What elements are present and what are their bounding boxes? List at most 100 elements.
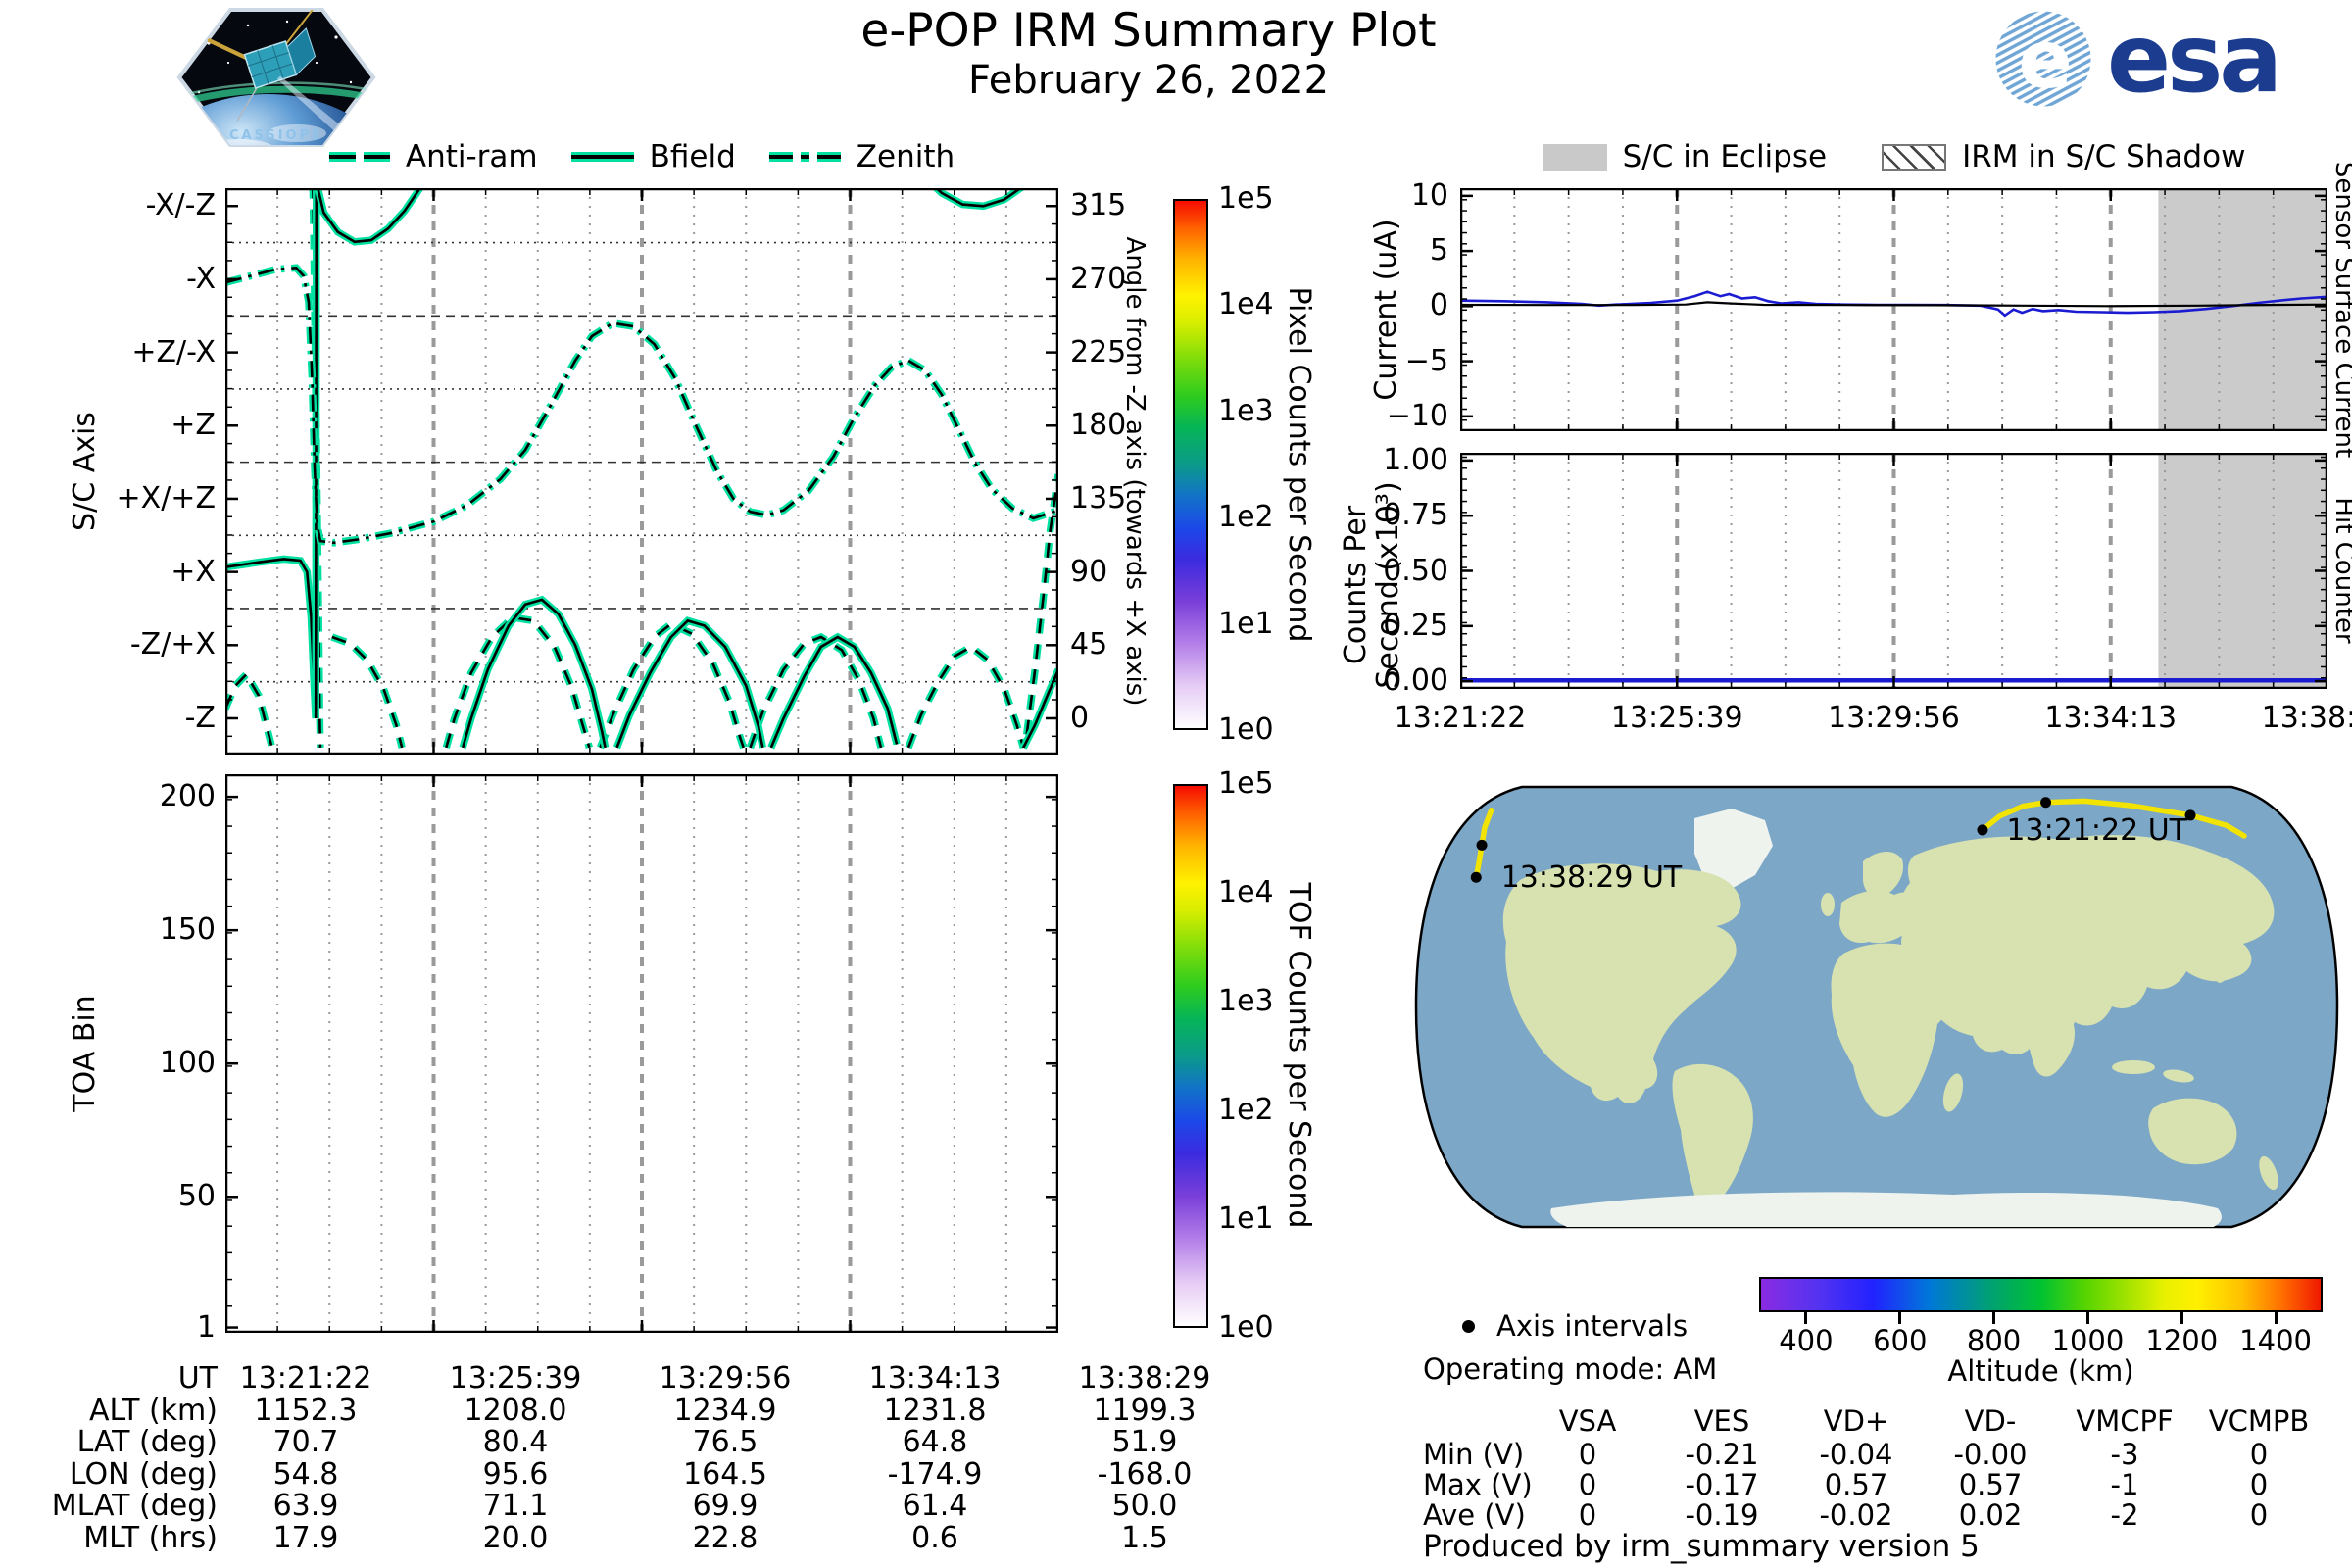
current-tick-label: 10 — [1410, 177, 1448, 213]
ephemeris-value: 54.8 — [272, 1456, 339, 1492]
axis-intervals-legend: Axis intervals — [1462, 1309, 1688, 1343]
sc-axis-tick-label: -X/-Z — [145, 188, 216, 223]
svg-text:e: e — [2018, 14, 2073, 107]
solid-line-swatch — [570, 152, 634, 162]
esa-wordmark: esa — [2107, 4, 2282, 114]
ephemeris-row-label: ALT (km) — [89, 1393, 218, 1428]
altitude-tick-label: 1400 — [2239, 1324, 2312, 1357]
sc-axis-tick-label: +Z — [171, 408, 216, 443]
counts-tick-label: 0.75 — [1383, 498, 1448, 533]
toa-tick-label: 150 — [159, 912, 216, 948]
swatch-segment — [570, 152, 634, 162]
altitude-tick — [1804, 1312, 1808, 1324]
voltage-value: 0 — [1578, 1468, 1597, 1501]
swatch-segment — [328, 152, 356, 162]
toa-tick-label: 100 — [159, 1046, 216, 1081]
page-header: e-POP IRM Summary Plot February 26, 2022 — [708, 4, 1590, 103]
ephemeris-value: 95.6 — [482, 1456, 549, 1492]
voltage-column-header: VSA — [1558, 1404, 1617, 1438]
sc-axis-legend: Anti-ram Bfield Zenith — [225, 139, 1058, 174]
shadow-legend-item: IRM in S/C Shadow — [1882, 139, 2245, 174]
angle-tick-label: 0 — [1070, 700, 1090, 735]
ephemeris-value: 20.0 — [482, 1520, 549, 1555]
colorbar-tick-label: 1e4 — [1218, 287, 1274, 322]
shadow-hatch-swatch — [1882, 143, 1947, 171]
ephemeris-value: 51.9 — [1111, 1425, 1178, 1459]
voltage-value: 0 — [1578, 1498, 1597, 1532]
dashdot-line-swatch — [768, 152, 841, 162]
tof-colorbar — [1173, 784, 1208, 1328]
ephemeris-value: 63.9 — [272, 1489, 339, 1523]
eclipse-label: S/C in Eclipse — [1622, 139, 1828, 174]
angle-tick-label: 225 — [1070, 334, 1127, 369]
legend-label: Bfield — [649, 139, 736, 174]
voltage-column-header: VMCPF — [2076, 1404, 2174, 1438]
altitude-colorbar — [1759, 1277, 2323, 1312]
ephemeris-row-label: LAT (deg) — [76, 1425, 218, 1459]
ephemeris-row-label: UT — [177, 1361, 218, 1396]
voltage-value: -0.00 — [1953, 1438, 2028, 1471]
legend-item-anti-ram: Anti-ram — [328, 139, 538, 174]
voltage-value: -2 — [2110, 1498, 2139, 1532]
tof-cbar-title: TOF Counts per Second — [1282, 882, 1316, 1229]
colorbar-tick-label: 1e1 — [1218, 606, 1274, 641]
ephemeris-row-label: MLT (hrs) — [83, 1520, 218, 1555]
colorbar-tick-label: 1e3 — [1218, 984, 1274, 1018]
ephemeris-value: 1.5 — [1121, 1520, 1168, 1555]
legend-label: Zenith — [856, 139, 956, 174]
voltage-value: 0 — [2249, 1498, 2269, 1532]
time-tick-label: 13:29:56 — [1828, 701, 1960, 735]
toa-tick-label: 50 — [177, 1179, 216, 1214]
legend-item-zenith: Zenith — [768, 139, 956, 174]
colorbar-tick-label: 1e0 — [1218, 1310, 1274, 1345]
colorbar-tick-label: 1e0 — [1218, 712, 1274, 747]
altitude-cbar-label: Altitude (km) — [1947, 1354, 2134, 1388]
colorbar-tick-label: 1e2 — [1218, 500, 1274, 535]
sc-axis-tick-label: -X — [186, 261, 216, 296]
colorbar-tick-label: 1e5 — [1218, 181, 1274, 216]
cassiope-patch-graphic: CASSIOPE — [176, 8, 376, 147]
voltage-value: 0 — [1578, 1438, 1597, 1471]
page-date: February 26, 2022 — [967, 58, 1330, 103]
footer-text: Produced by irm_summary version 5 — [1423, 1529, 1980, 1564]
voltage-column-header: VCMPB — [2208, 1404, 2310, 1438]
ephemeris-value: 64.8 — [902, 1425, 968, 1459]
altitude-tick — [1898, 1312, 1902, 1324]
current-plot — [1460, 188, 2328, 431]
current-tick-label: −5 — [1404, 343, 1448, 378]
sc-axis-tick-label: +Z/-X — [131, 334, 216, 369]
dashed-line-swatch — [328, 152, 390, 162]
ephemeris-value: 69.9 — [692, 1489, 759, 1523]
sc-axis-tick-label: -Z — [184, 700, 216, 735]
ephemeris-value: 71.1 — [482, 1489, 549, 1523]
colorbar-tick-label: 1e2 — [1218, 1093, 1274, 1127]
altitude-tick — [2180, 1312, 2183, 1324]
time-tick-label: 13:25:39 — [1610, 701, 1743, 735]
ephemeris-value: 13:34:13 — [868, 1361, 1002, 1396]
voltage-value: 0 — [2249, 1438, 2269, 1471]
toa-bin-plot — [225, 774, 1058, 1333]
voltage-value: -0.21 — [1685, 1438, 1759, 1471]
colorbar-tick-label: 1e1 — [1218, 1201, 1274, 1236]
cassiope-mission-patch: CASSIOPE — [170, 4, 383, 151]
voltage-value: 0.02 — [1958, 1498, 2023, 1532]
sc-axis-tick-label: +X — [171, 554, 216, 589]
altitude-tick — [2085, 1312, 2089, 1324]
ephemeris-value: -174.9 — [887, 1456, 983, 1492]
voltage-column-header: VES — [1693, 1404, 1750, 1438]
counts-tick-label: 1.00 — [1383, 442, 1448, 477]
colorbar-tick-label: 1e5 — [1218, 766, 1274, 801]
time-tick-label: 13:34:13 — [2044, 701, 2178, 735]
altitude-tick — [2274, 1312, 2278, 1324]
ephemeris-value: 164.5 — [683, 1456, 767, 1492]
voltage-value: 0.57 — [1824, 1468, 1888, 1501]
swatch-segment — [816, 152, 841, 162]
ephemeris-value: 0.6 — [911, 1520, 958, 1555]
voltage-column-header: VD+ — [1823, 1404, 1889, 1438]
time-tick-label: 13:38:29 — [2261, 701, 2352, 735]
voltage-value: -0.19 — [1685, 1498, 1759, 1532]
shadow-label: IRM in S/C Shadow — [1962, 139, 2246, 174]
current-tick-label: 5 — [1429, 233, 1448, 269]
eclipse-swatch — [1542, 143, 1607, 171]
counts-tick-label: 0.00 — [1383, 663, 1448, 699]
